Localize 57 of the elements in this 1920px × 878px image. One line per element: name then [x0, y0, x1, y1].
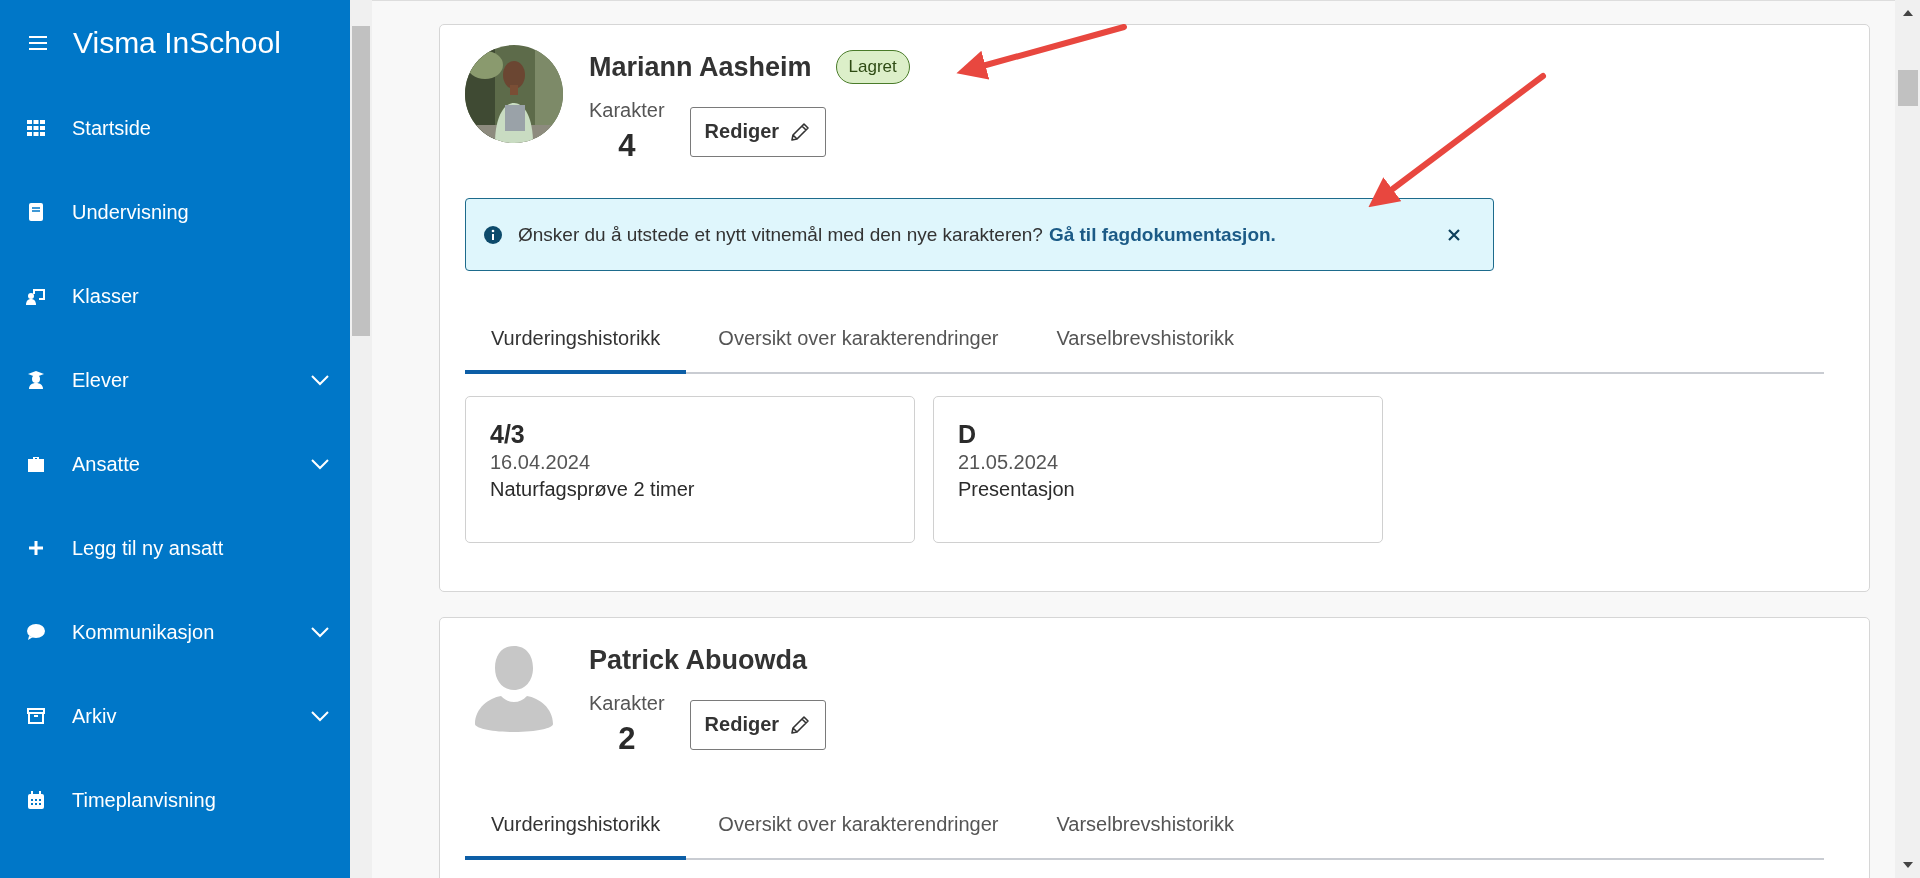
scrollbar-thumb[interactable]: [352, 26, 370, 336]
assessment-title: Naturfagsprøve 2 timer: [490, 478, 696, 501]
edit-button[interactable]: Rediger: [689, 106, 827, 157]
pencil-icon: [789, 120, 812, 143]
grade-label: Karakter: [589, 692, 665, 715]
sidebar-item[interactable]: Timeplanvisning: [0, 758, 350, 842]
info-icon: [484, 225, 502, 244]
grade-label: Karakter: [589, 99, 665, 122]
graduate-icon: [26, 370, 46, 390]
briefcase-icon: [26, 454, 46, 474]
chevron-down-icon: [310, 710, 330, 722]
student-name: Patrick Abuowda: [589, 644, 808, 676]
menu-icon[interactable]: [29, 36, 47, 50]
documentation-link[interactable]: Gå til fagdokumentasjon.: [1048, 223, 1276, 246]
archive-icon: [26, 706, 46, 726]
edit-button[interactable]: Rediger: [689, 699, 827, 750]
tab[interactable]: Oversikt over karakterendringer: [692, 803, 1025, 860]
grade-value: 4: [618, 128, 636, 164]
status-badge: Lagret: [835, 50, 910, 84]
book-icon: [26, 202, 46, 222]
chevron-down-icon: [310, 458, 330, 470]
calendar-icon: [26, 790, 46, 810]
assessment-title: Presentasjon: [958, 478, 1076, 501]
tab[interactable]: Oversikt over karakterendringer: [692, 317, 1025, 374]
scroll-up-icon[interactable]: [1902, 10, 1913, 16]
chevron-down-icon: [310, 626, 330, 638]
tab[interactable]: Varselbrevshistorikk: [1030, 317, 1260, 374]
student-name: Mariann Aasheim: [589, 51, 812, 83]
grade-value: 2: [618, 721, 636, 757]
app-title: Visma InSchool: [73, 26, 281, 60]
pencil-icon: [789, 713, 812, 736]
sidebar-item[interactable]: Undervisning: [0, 170, 350, 254]
scroll-down-icon[interactable]: [1902, 862, 1913, 868]
sidebar-item[interactable]: Ansatte: [0, 422, 350, 506]
presentation-icon: [26, 286, 46, 306]
chat-icon: [26, 622, 46, 642]
sidebar-item[interactable]: Elever: [0, 338, 350, 422]
tab[interactable]: Vurderingshistorikk: [465, 317, 687, 374]
scrollbar[interactable]: [1895, 0, 1920, 878]
scrollbar-thumb[interactable]: [1897, 70, 1918, 106]
close-icon[interactable]: [1447, 227, 1461, 242]
assessment-grade: D: [958, 420, 978, 449]
sidebar-item[interactable]: Legg til ny ansatt: [0, 506, 350, 590]
chevron-down-icon: [310, 374, 330, 386]
tab[interactable]: Varselbrevshistorikk: [1030, 803, 1260, 860]
assessment-grade: 4/3: [490, 420, 526, 449]
sidebar-item[interactable]: Arkiv: [0, 674, 350, 758]
assessment-date: 21.05.2024: [958, 451, 1060, 474]
plus-icon: [26, 538, 46, 558]
sidebar-item[interactable]: Klasser: [0, 254, 350, 338]
alert-message: Ønsker du å utstede et nytt vitnemål med den nye karakteren?: [518, 223, 1043, 246]
sidebar-item[interactable]: Startside: [0, 86, 350, 170]
scrollbar[interactable]: [350, 0, 372, 878]
sidebar-item[interactable]: Kommunikasjon: [0, 590, 350, 674]
tab[interactable]: Vurderingshistorikk: [465, 803, 687, 860]
grid-icon: [26, 118, 46, 138]
assessment-date: 16.04.2024: [490, 451, 592, 474]
